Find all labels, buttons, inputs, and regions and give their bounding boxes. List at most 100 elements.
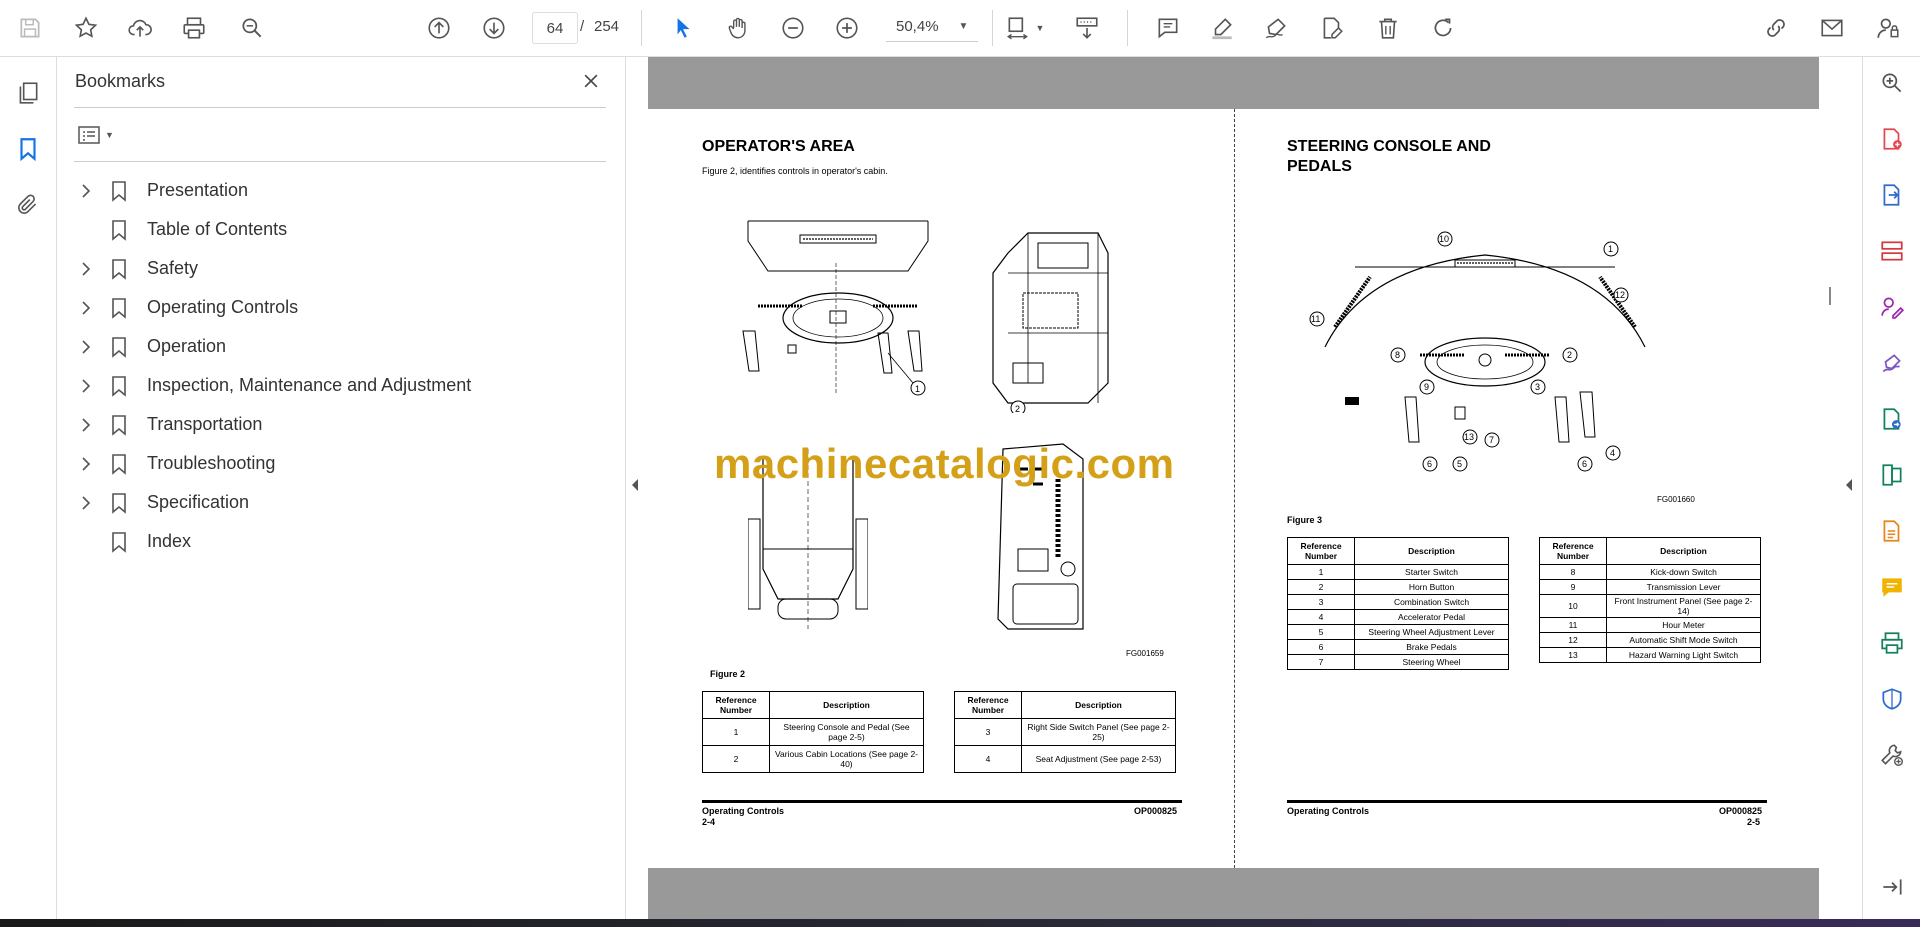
save-icon[interactable] [14, 12, 46, 44]
export-pdf-icon[interactable] [1876, 179, 1908, 211]
footer-doc-code: OP000825 [1134, 806, 1178, 816]
bookmark-options-button[interactable]: ▼ [77, 120, 121, 150]
zoom-search-icon[interactable] [1876, 67, 1908, 99]
chevron-down-icon: ▼ [958, 21, 969, 32]
chevron-right-icon[interactable] [75, 259, 97, 279]
table-row: 7 Steering Wheel [1287, 654, 1509, 670]
bookmark-item[interactable]: Table of Contents [67, 210, 607, 249]
expand-panel-icon[interactable] [1876, 871, 1908, 903]
chevron-right-icon[interactable] [75, 181, 97, 201]
hand-tool-icon[interactable] [722, 12, 754, 44]
upload-cloud-icon[interactable] [124, 12, 156, 44]
fit-page-icon[interactable] [1002, 12, 1034, 44]
chevron-right-icon[interactable] [75, 454, 97, 474]
description-cell: Starter Switch [1354, 564, 1509, 580]
scroll-mode-icon[interactable] [1071, 12, 1103, 44]
share-link-icon[interactable] [1760, 12, 1792, 44]
bookmark-item[interactable]: Inspection, Maintenance and Adjustment [67, 366, 607, 405]
bookmark-item[interactable]: Operating Controls [67, 288, 607, 327]
reference-number-cell: 5 [1287, 624, 1355, 640]
zoom-out-icon[interactable] [777, 12, 809, 44]
collapse-right-panel-icon[interactable] [1844, 478, 1854, 497]
footer-rule [702, 800, 1182, 803]
export-document-icon[interactable] [1876, 515, 1908, 547]
bookmark-item[interactable]: Presentation [67, 171, 607, 210]
send-for-review-icon[interactable] [1876, 403, 1908, 435]
rotate-icon[interactable] [1427, 12, 1459, 44]
description-cell: Various Cabin Locations (See page 2-40) [769, 745, 924, 773]
footer-page-number: 2-5 [1747, 817, 1761, 827]
edit-pdf-icon[interactable] [1316, 12, 1348, 44]
next-page-icon[interactable] [478, 12, 510, 44]
cabin-drawing: 2 [992, 232, 1109, 413]
column-header: Reference Number [1287, 537, 1355, 565]
draw-sign-icon[interactable] [1260, 12, 1292, 44]
bookmarks-panel-icon[interactable] [12, 133, 44, 165]
print-production-icon[interactable] [1876, 627, 1908, 659]
print-icon[interactable] [178, 12, 210, 44]
request-signature-icon[interactable] [1876, 291, 1908, 323]
organize-pages-icon[interactable] [1876, 235, 1908, 267]
reference-number-cell: 11 [1539, 617, 1607, 633]
svg-text:7: 7 [1489, 435, 1494, 445]
email-icon[interactable] [1816, 12, 1848, 44]
create-pdf-icon[interactable] [1876, 123, 1908, 155]
bookmark-item[interactable]: Index [67, 522, 607, 561]
chevron-right-icon[interactable] [75, 376, 97, 396]
column-header: Description [1354, 537, 1509, 565]
page-number-input[interactable]: 64 [532, 12, 578, 44]
chevron-down-icon[interactable]: ▼ [1032, 12, 1048, 44]
reference-number-cell: 6 [1287, 639, 1355, 655]
column-header: Description [1606, 537, 1761, 565]
account-icon[interactable] [1872, 12, 1904, 44]
bookmark-item[interactable]: Operation [67, 327, 607, 366]
chevron-right-icon[interactable] [75, 298, 97, 318]
bookmark-item[interactable]: Specification [67, 483, 607, 522]
chevron-right-icon[interactable] [75, 337, 97, 357]
bookmark-label: Operating Controls [147, 297, 299, 317]
reference-number-cell: 4 [1287, 609, 1355, 625]
page-thumbnails-icon[interactable] [12, 77, 44, 109]
more-tools-icon[interactable] [1876, 739, 1908, 771]
bookmark-item[interactable]: Troubleshooting [67, 444, 607, 483]
taskbar-strip [0, 919, 1920, 927]
bookmarks-title: Bookmarks [75, 71, 166, 91]
column-header: Reference Number [1539, 537, 1607, 565]
star-icon[interactable] [70, 12, 102, 44]
select-cursor-icon[interactable] [667, 12, 699, 44]
svg-text:10: 10 [1439, 234, 1449, 244]
highlight-pen-icon[interactable] [1206, 12, 1238, 44]
footer-section: Operating Controls [1287, 806, 1370, 816]
bookmark-icon [111, 336, 129, 358]
attachments-icon[interactable] [12, 189, 44, 221]
previous-page-icon[interactable] [423, 12, 455, 44]
description-cell: Hour Meter [1606, 617, 1761, 633]
find-zoom-icon[interactable] [236, 12, 268, 44]
compare-files-icon[interactable] [1876, 459, 1908, 491]
trash-icon[interactable] [1372, 12, 1404, 44]
svg-text:1: 1 [915, 384, 920, 394]
bookmark-item[interactable]: Safety [67, 249, 607, 288]
protect-shield-icon[interactable] [1876, 683, 1908, 715]
bookmark-item[interactable]: Transportation [67, 405, 607, 444]
footer-doc-code: OP000825 [1719, 806, 1763, 816]
zoom-in-icon[interactable] [831, 12, 863, 44]
collapse-left-panel-icon[interactable] [630, 478, 640, 497]
bookmark-label: Troubleshooting [147, 453, 276, 473]
svg-text:1: 1 [1608, 244, 1613, 254]
scrollbar-thumb[interactable] [1829, 287, 1831, 305]
table-row: 11 Hour Meter [1539, 617, 1761, 633]
no-expander [75, 532, 97, 552]
chevron-right-icon[interactable] [75, 415, 97, 435]
description-cell: Front Instrument Panel (See page 2-14) [1606, 594, 1761, 618]
close-icon[interactable] [577, 67, 605, 95]
comment-icon[interactable] [1152, 12, 1184, 44]
chevron-right-icon[interactable] [75, 493, 97, 513]
table-row: 2 Various Cabin Locations (See page 2-40) [702, 745, 924, 773]
zoom-level-select[interactable]: 50,4% ▼ [886, 12, 978, 42]
fill-sign-icon[interactable] [1876, 347, 1908, 379]
description-cell: Brake Pedals [1354, 639, 1509, 655]
svg-text:6: 6 [1582, 459, 1587, 469]
description-cell: Right Side Switch Panel (See page 2-25) [1021, 718, 1176, 746]
comment-tool-icon[interactable] [1876, 571, 1908, 603]
